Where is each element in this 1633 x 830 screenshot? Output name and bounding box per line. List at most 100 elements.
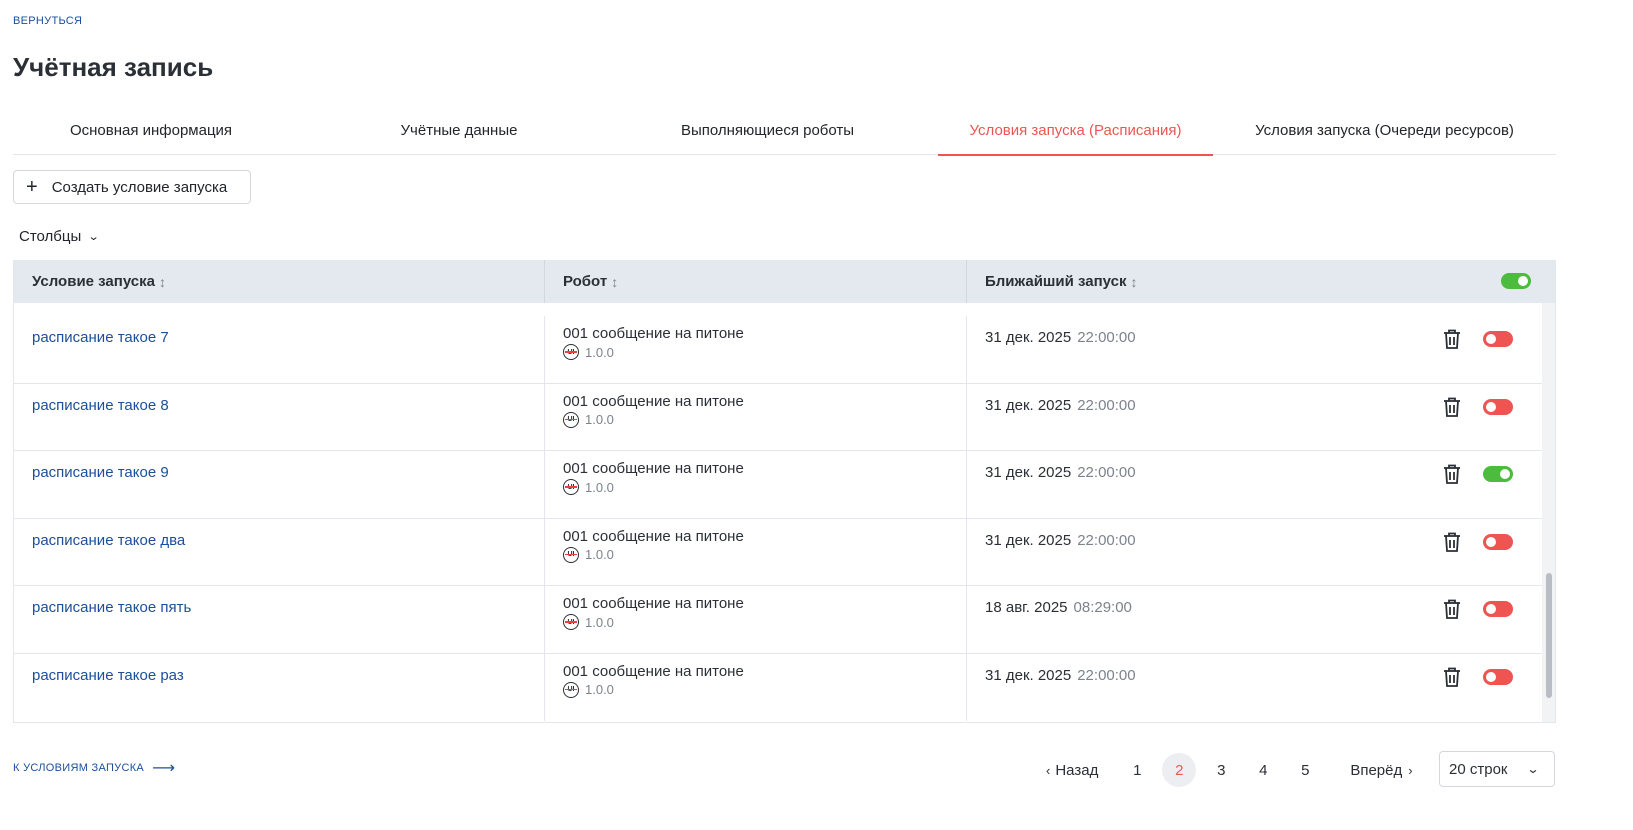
- page-3-button[interactable]: 3: [1204, 753, 1238, 787]
- trigger-cell: расписание такое пять: [14, 586, 545, 653]
- next-run-date: 31 дек. 2025: [985, 531, 1072, 549]
- tabs-bar: Основная информация Учётные данные Выпол…: [13, 106, 1556, 156]
- enable-switch[interactable]: [1483, 601, 1513, 617]
- enable-switch[interactable]: [1483, 668, 1513, 685]
- robot-version: 1.0.0: [585, 614, 614, 630]
- rows-per-page-select[interactable]: 20 строк ⌄: [1439, 751, 1555, 787]
- column-header-trigger[interactable]: Условие запуска ↕: [14, 260, 545, 303]
- create-trigger-button[interactable]: + Создать условие запуска: [13, 170, 251, 204]
- enable-switch[interactable]: [1483, 398, 1513, 415]
- tab-schedules[interactable]: Условия запуска (Расписания): [938, 106, 1213, 156]
- trigger-cell: расписание такое 7: [14, 316, 545, 383]
- table-header: Условие запуска ↕ Робот ↕ Ближайший запуск…: [14, 260, 1555, 303]
- ui-robot-icon: UI: [563, 681, 579, 698]
- next-run-date: 31 дек. 2025: [985, 666, 1072, 684]
- enable-switch[interactable]: [1483, 533, 1513, 550]
- next-run-time: 22:00:00: [1077, 329, 1136, 346]
- delete-icon[interactable]: [1442, 666, 1462, 688]
- ui-robot-icon: UI: [563, 546, 579, 563]
- next-page-button[interactable]: Вперёд ›: [1350, 762, 1412, 779]
- toggle-all-switch[interactable]: [1501, 273, 1531, 289]
- page-2-button[interactable]: 2: [1162, 753, 1197, 787]
- robot-cell: 001 сообщение на питоне UI 1.0.0: [545, 518, 967, 585]
- prev-page-button[interactable]: ‹ Назад: [1046, 762, 1098, 779]
- tab-running-robots[interactable]: Выполняющиеся роботы: [629, 106, 906, 155]
- table-row: расписание такое 8 001 сообщение на питон…: [14, 383, 1542, 451]
- page-1-button[interactable]: 1: [1120, 753, 1154, 787]
- columns-dropdown[interactable]: Столбцы ⌄: [19, 228, 100, 245]
- robot-cell: 001 сообщение на питоне UI 1.0.0: [545, 383, 967, 450]
- next-run-time: 08:29:00: [1073, 599, 1132, 616]
- to-triggers-label: К УСЛОВИЯМ ЗАПУСКА: [13, 762, 145, 774]
- sort-icon: ↕: [611, 273, 619, 290]
- sort-icon: ↕: [1130, 273, 1138, 290]
- ui-robot-icon: UI: [563, 614, 579, 630]
- ui-robot-icon: UI: [563, 344, 579, 360]
- chevron-down-icon: ⌄: [1526, 762, 1540, 776]
- robot-name: 001 сообщение на питоне: [563, 527, 744, 545]
- table-row: расписание такое раз 001 сообщение на пит…: [14, 653, 1542, 721]
- ui-robot-icon: UI: [563, 479, 579, 495]
- create-trigger-label: Создать условие запуска: [51, 178, 228, 196]
- tab-credentials[interactable]: Учётные данные: [289, 106, 629, 155]
- trigger-cell: расписание такое раз: [14, 653, 545, 721]
- trigger-name-link[interactable]: расписание такое раз: [32, 667, 184, 684]
- page-5-button[interactable]: 5: [1288, 753, 1322, 787]
- delete-icon[interactable]: [1442, 598, 1462, 620]
- tab-main-info[interactable]: Основная информация: [13, 106, 289, 155]
- to-triggers-link[interactable]: К УСЛОВИЯМ ЗАПУСКА ⟶: [13, 758, 175, 778]
- delete-icon[interactable]: [1442, 463, 1462, 485]
- robot-name: 001 сообщение на питоне: [563, 392, 744, 410]
- next-run-date: 31 дек. 2025: [985, 329, 1072, 346]
- robot-name: 001 сообщение на питоне: [563, 662, 744, 680]
- next-run-date: 31 дек. 2025: [985, 396, 1072, 414]
- table-row: расписание такое пять 001 сообщение на пи…: [14, 586, 1542, 654]
- robot-name: 001 сообщение на питоне: [563, 460, 744, 477]
- enable-switch[interactable]: [1483, 331, 1513, 347]
- robot-version: 1.0.0: [585, 344, 614, 360]
- next-run-date: 31 дек. 2025: [985, 464, 1072, 481]
- chevron-right-icon: ›: [1408, 762, 1413, 778]
- column-header-robot[interactable]: Робот ↕: [545, 260, 967, 303]
- robot-name: 001 сообщение на питоне: [563, 325, 744, 342]
- next-run-time: 22:00:00: [1077, 396, 1136, 414]
- delete-icon[interactable]: [1442, 328, 1462, 350]
- scrollbar-thumb[interactable]: [1546, 573, 1552, 698]
- trigger-cell: расписание такое 9: [14, 451, 545, 518]
- back-link[interactable]: ВЕРНУТЬСЯ: [13, 15, 82, 27]
- robot-cell: 001 сообщение на питоне UI 1.0.0: [545, 316, 967, 383]
- pagination: ‹ Назад 1 2 3 4 5 Вперёд ›: [1046, 752, 1413, 788]
- robot-cell: 001 сообщение на питоне UI 1.0.0: [545, 451, 967, 518]
- plus-icon: +: [26, 176, 38, 198]
- tab-resource-queues[interactable]: Условия запуска (Очереди ресурсов): [1213, 106, 1556, 155]
- chevron-left-icon: ‹: [1046, 762, 1051, 778]
- table-row: расписание такое два 001 сообщение на пит…: [14, 518, 1542, 586]
- next-run-time: 22:00:00: [1077, 666, 1136, 684]
- ui-robot-icon: UI: [563, 411, 579, 428]
- trigger-name-link[interactable]: расписание такое два: [32, 532, 185, 549]
- delete-icon[interactable]: [1442, 531, 1462, 553]
- trigger-name-link[interactable]: расписание такое 8: [32, 397, 169, 414]
- robot-cell: 001 сообщение на питоне UI 1.0.0: [545, 653, 967, 721]
- column-header-next-run[interactable]: Ближайший запуск ↕: [967, 260, 1555, 303]
- trigger-cell: расписание такое 8: [14, 383, 545, 450]
- delete-icon[interactable]: [1442, 396, 1462, 418]
- robot-version: 1.0.0: [585, 412, 614, 427]
- page-4-button[interactable]: 4: [1246, 753, 1280, 787]
- trigger-name-link[interactable]: расписание такое 9: [32, 464, 169, 481]
- table-row: расписание такое 7 001 сообщение на питон…: [14, 316, 1542, 384]
- next-run-time: 22:00:00: [1077, 464, 1136, 481]
- robot-cell: 001 сообщение на питоне UI 1.0.0: [545, 586, 967, 653]
- sort-icon: ↕: [159, 273, 166, 290]
- trigger-name-link[interactable]: расписание такое 7: [32, 329, 169, 346]
- next-run-date: 18 авг. 2025: [985, 599, 1068, 616]
- chevron-down-icon: ⌄: [87, 231, 100, 243]
- scrollbar[interactable]: [1542, 303, 1555, 722]
- schedules-table: Условие запуска ↕ Робот ↕ Ближайший запуск…: [13, 260, 1556, 723]
- page-title: Учётная запись: [13, 52, 214, 82]
- trigger-name-link[interactable]: расписание такое пять: [32, 599, 191, 616]
- robot-version: 1.0.0: [585, 479, 614, 495]
- table-row: расписание такое 9 001 сообщение на питон…: [14, 451, 1542, 519]
- columns-label: Столбцы: [19, 228, 82, 245]
- enable-switch[interactable]: [1483, 466, 1513, 482]
